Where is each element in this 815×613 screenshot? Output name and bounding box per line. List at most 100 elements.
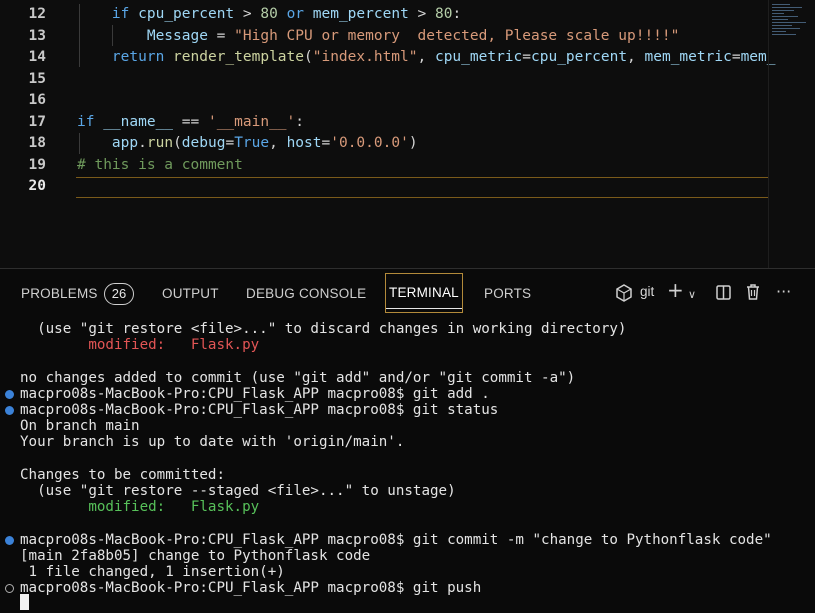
code-line[interactable]: 13 Message = "High CPU or memory detecte… bbox=[0, 26, 770, 47]
code-token: . bbox=[138, 135, 147, 151]
code-token: "index.html" bbox=[312, 49, 418, 65]
command-success-dot[interactable] bbox=[5, 535, 14, 545]
line-number: 17 bbox=[28, 113, 46, 130]
code-token: ( bbox=[173, 135, 182, 151]
terminal-line: [main 2fa8b05] change to Pythonflask cod… bbox=[20, 547, 371, 564]
code-token: cpu_percent bbox=[138, 6, 235, 22]
chevron-down-icon[interactable]: ∨ bbox=[688, 285, 696, 305]
code-token: mem_ bbox=[740, 49, 776, 65]
code-line[interactable]: 15 bbox=[0, 69, 770, 90]
line-source: if cpu_percent > 80 or mem_percent > 80: bbox=[77, 4, 461, 25]
code-editor[interactable]: 12 if cpu_percent > 80 or mem_percent > … bbox=[0, 0, 815, 268]
line-number: 20 bbox=[28, 178, 46, 194]
indent-guide bbox=[79, 4, 80, 67]
code-token: > bbox=[408, 6, 435, 22]
trash-icon[interactable] bbox=[746, 284, 760, 305]
line-number: 12 bbox=[28, 6, 46, 22]
code-token: = bbox=[731, 49, 741, 65]
panel-tab-bar: PROBLEMS 26 OUTPUT DEBUG CONSOLE TERMINA… bbox=[0, 269, 815, 317]
code-token: 80 bbox=[435, 6, 453, 22]
code-token: # this is a comment bbox=[77, 156, 243, 173]
indent-guide bbox=[112, 25, 113, 46]
ellipsis-icon[interactable]: ··· bbox=[776, 282, 791, 302]
code-line[interactable]: 18 app.run(debug=True, host='0.0.0.0') bbox=[0, 133, 770, 154]
terminal-line: 1 file changed, 1 insertion(+) bbox=[20, 564, 285, 580]
terminal-name[interactable]: git bbox=[640, 284, 654, 299]
tab-output[interactable]: OUTPUT bbox=[162, 284, 219, 304]
plus-icon[interactable]: + bbox=[667, 280, 684, 300]
code-token: ) bbox=[408, 135, 418, 151]
tab-problems[interactable]: PROBLEMS bbox=[21, 284, 98, 304]
tab-ports[interactable]: PORTS bbox=[484, 284, 531, 304]
code-token: if bbox=[77, 113, 95, 130]
terminal-line: no changes added to commit (use "git add… bbox=[20, 369, 576, 386]
code-token: = bbox=[225, 135, 235, 151]
code-token: , bbox=[269, 135, 287, 151]
code-token: , bbox=[417, 49, 435, 65]
code-token: app bbox=[111, 135, 139, 151]
code-token: = bbox=[207, 27, 235, 44]
code-token: , bbox=[627, 49, 645, 65]
bottom-panel: PROBLEMS 26 OUTPUT DEBUG CONSOLE TERMINA… bbox=[0, 268, 815, 613]
code-line[interactable]: 14 return render_template("index.html", … bbox=[0, 47, 776, 68]
code-token: '0.0.0.0' bbox=[330, 135, 409, 151]
terminal-line: (use "git restore <file>..." to discard … bbox=[20, 321, 627, 337]
code-line[interactable]: 17 if __name__ == '__main__': bbox=[0, 112, 770, 133]
code-token: Message bbox=[146, 27, 208, 44]
line-source: # this is a comment bbox=[77, 155, 243, 176]
code-token: debug bbox=[181, 135, 226, 151]
terminal-line: Changes to be committed: bbox=[20, 466, 225, 483]
line-source: Message = "High CPU or memory detected, … bbox=[77, 26, 680, 47]
code-token: cpu_percent bbox=[531, 49, 628, 65]
code-token: True bbox=[234, 135, 270, 151]
line-number: 16 bbox=[28, 92, 46, 108]
code-line[interactable]: 16 bbox=[0, 90, 770, 111]
code-token: cpu_metric bbox=[434, 49, 523, 65]
code-token: if bbox=[111, 6, 130, 22]
command-success-dot[interactable] bbox=[5, 406, 14, 415]
minimap[interactable] bbox=[772, 4, 812, 38]
code-token: = bbox=[321, 135, 331, 151]
terminal-line: macpro08s-MacBook-Pro:CPU_Flask_APP macp… bbox=[20, 402, 499, 418]
command-success-dot[interactable] bbox=[5, 389, 14, 399]
code-token: run bbox=[146, 135, 174, 151]
terminal-line: modified: Flask.py bbox=[20, 337, 260, 354]
terminal-line: modified: Flask.py bbox=[20, 499, 260, 516]
code-token: or bbox=[286, 6, 305, 22]
line-source: app.run(debug=True, host='0.0.0.0') bbox=[77, 133, 418, 154]
code-token: return bbox=[111, 49, 165, 65]
terminal-output[interactable]: (use "git restore <file>..." to discard … bbox=[0, 321, 815, 613]
code-token: __name__ bbox=[103, 113, 174, 130]
terminal-line: macpro08s-MacBook-Pro:CPU_Flask_APP macp… bbox=[20, 385, 490, 402]
terminal-shell-icon[interactable] bbox=[616, 284, 632, 307]
tab-debug-console[interactable]: DEBUG CONSOLE bbox=[246, 284, 366, 304]
line-number: 18 bbox=[28, 135, 46, 151]
code-token: host bbox=[286, 135, 322, 151]
terminal-line: macpro08s-MacBook-Pro:CPU_Flask_APP macp… bbox=[20, 531, 772, 548]
terminal-line: On branch main bbox=[20, 418, 140, 435]
line-number: 14 bbox=[28, 49, 46, 65]
line-source: return render_template("index.html", cpu… bbox=[77, 47, 776, 68]
code-token: == bbox=[173, 113, 208, 130]
terminal-line: Your branch is up to date with 'origin/m… bbox=[20, 434, 405, 451]
terminal-line: (use "git restore --staged <file>..." to… bbox=[20, 483, 456, 499]
code-token: '__main__' bbox=[207, 113, 296, 130]
code-line[interactable]: 12 if cpu_percent > 80 or mem_percent > … bbox=[0, 4, 770, 25]
tab-terminal[interactable]: TERMINAL bbox=[385, 273, 463, 313]
code-token: mem_metric bbox=[644, 49, 732, 65]
code-token: > bbox=[234, 6, 261, 22]
split-icon[interactable] bbox=[716, 285, 731, 305]
code-token: 80 bbox=[260, 6, 278, 22]
code-token: : bbox=[452, 6, 462, 22]
code-token: = bbox=[522, 49, 532, 65]
line-source: if __name__ == '__main__': bbox=[77, 112, 304, 133]
code-line[interactable]: 19 # this is a comment bbox=[0, 155, 770, 176]
command-running-dot[interactable] bbox=[5, 584, 14, 594]
